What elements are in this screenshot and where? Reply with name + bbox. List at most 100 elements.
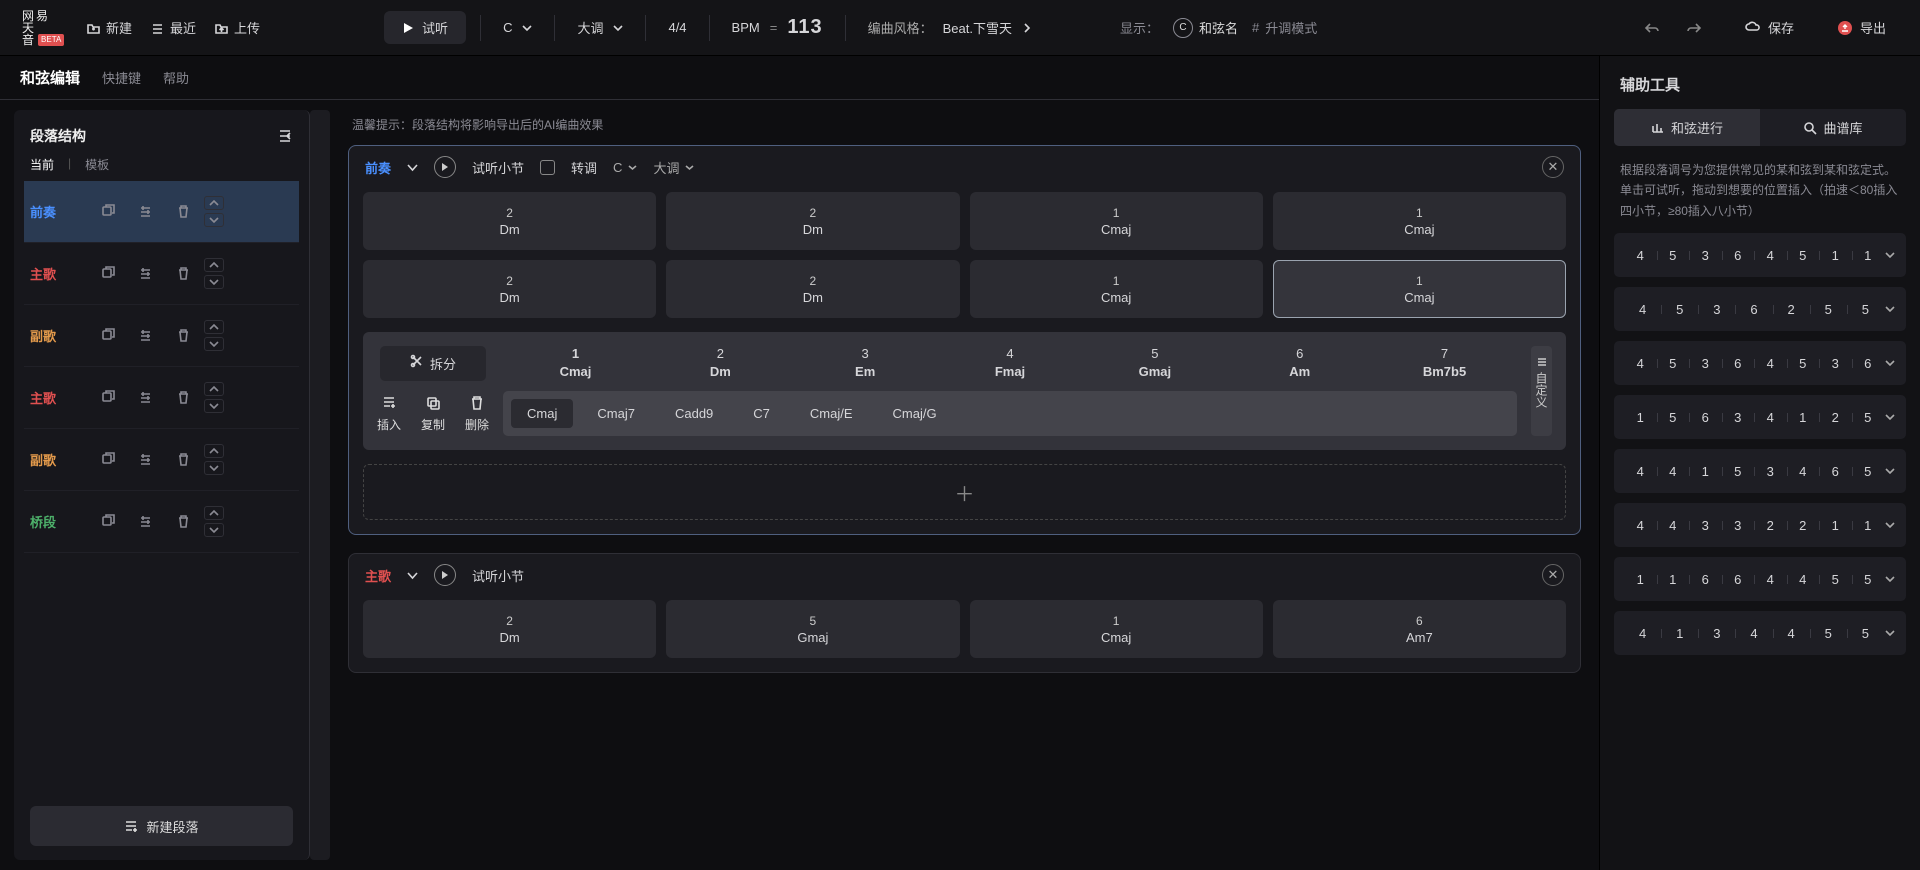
degree-option[interactable]: 3Em: [793, 346, 938, 379]
settings-icon[interactable]: [128, 204, 162, 219]
progression-item[interactable]: 45364536: [1614, 341, 1906, 385]
export-button[interactable]: 导出: [1826, 12, 1898, 43]
copy-icon[interactable]: [90, 328, 124, 343]
save-button[interactable]: 保存: [1733, 12, 1806, 43]
chord-cell[interactable]: 2 Dm: [363, 600, 656, 658]
delete-icon[interactable]: [166, 204, 200, 219]
delete-icon[interactable]: [166, 452, 200, 467]
move-down-icon[interactable]: [204, 213, 224, 227]
copy-icon[interactable]: [90, 266, 124, 281]
structure-tab-current[interactable]: 当前: [30, 156, 54, 173]
settings-icon[interactable]: [128, 390, 162, 405]
move-down-icon[interactable]: [204, 337, 224, 351]
time-signature[interactable]: 4/4: [660, 16, 694, 39]
tab-chord-progression[interactable]: 和弦进行: [1614, 109, 1760, 146]
settings-icon[interactable]: [128, 514, 162, 529]
upload-button[interactable]: 上传: [214, 18, 260, 37]
progression-item[interactable]: 4134455: [1614, 611, 1906, 655]
move-up-icon[interactable]: [204, 196, 224, 210]
chord-cell[interactable]: 2 Dm: [363, 260, 656, 318]
chevron-down-icon[interactable]: [1884, 627, 1896, 639]
chord-cell[interactable]: 1 Cmaj: [1273, 192, 1566, 250]
move-down-icon[interactable]: [204, 275, 224, 289]
add-chord-button[interactable]: ＋: [363, 464, 1566, 520]
settings-icon[interactable]: [128, 452, 162, 467]
degree-option[interactable]: 7Bm7b5: [1372, 346, 1517, 379]
section-key-select[interactable]: C: [613, 160, 637, 175]
collapse-icon[interactable]: [277, 128, 293, 144]
settings-icon[interactable]: [128, 328, 162, 343]
section-row[interactable]: 主歌: [24, 243, 299, 305]
close-section-icon[interactable]: ✕: [1542, 564, 1564, 586]
insert-button[interactable]: 插入: [377, 395, 401, 433]
preview-play-button[interactable]: [434, 564, 456, 586]
close-section-icon[interactable]: ✕: [1542, 156, 1564, 178]
copy-icon[interactable]: [90, 390, 124, 405]
chevron-down-icon[interactable]: [1884, 357, 1896, 369]
undo-icon[interactable]: [1643, 21, 1661, 35]
delete-button[interactable]: 删除: [465, 395, 489, 433]
tab-chord-edit[interactable]: 和弦编辑: [20, 67, 80, 88]
section-row[interactable]: 副歌: [24, 429, 299, 491]
chord-variant[interactable]: Cmaj: [511, 399, 573, 428]
tab-shortcuts[interactable]: 快捷键: [102, 68, 141, 87]
section-row[interactable]: 副歌: [24, 305, 299, 367]
degree-option[interactable]: 2Dm: [648, 346, 793, 379]
progression-item[interactable]: 4536255: [1614, 287, 1906, 331]
chord-cell[interactable]: 1 Cmaj: [970, 192, 1263, 250]
chord-cell[interactable]: 1 Cmaj: [1273, 260, 1566, 318]
toggle-sharp-mode[interactable]: # 升调模式: [1252, 18, 1317, 37]
move-up-icon[interactable]: [204, 382, 224, 396]
chevron-down-icon[interactable]: [1884, 249, 1896, 261]
chord-cell[interactable]: 6 Am7: [1273, 600, 1566, 658]
move-up-icon[interactable]: [204, 444, 224, 458]
bpm-control[interactable]: BPM = 113: [724, 12, 831, 43]
section-row[interactable]: 桥段: [24, 491, 299, 553]
chevron-down-icon[interactable]: [1884, 519, 1896, 531]
section-mode-select[interactable]: 大调: [653, 158, 694, 177]
new-button[interactable]: 新建: [86, 18, 132, 37]
chord-variant[interactable]: C7: [737, 399, 786, 428]
delete-icon[interactable]: [166, 266, 200, 281]
settings-icon[interactable]: [128, 266, 162, 281]
degree-option[interactable]: 6Am: [1227, 346, 1372, 379]
chord-cell[interactable]: 1 Cmaj: [970, 260, 1263, 318]
chevron-down-icon[interactable]: [1884, 465, 1896, 477]
transpose-checkbox[interactable]: [540, 160, 555, 175]
move-down-icon[interactable]: [204, 399, 224, 413]
progression-item[interactable]: 11664455: [1614, 557, 1906, 601]
play-button[interactable]: 试听: [384, 11, 466, 44]
section-row[interactable]: 前奏: [24, 181, 299, 243]
copy-icon[interactable]: [90, 514, 124, 529]
chord-cell[interactable]: 2 Dm: [666, 192, 959, 250]
new-section-button[interactable]: 新建段落: [30, 806, 293, 846]
style-select[interactable]: 编曲风格： Beat.下雪天: [860, 14, 1040, 41]
toggle-chord-name[interactable]: C 和弦名: [1173, 18, 1238, 38]
chord-variant[interactable]: Cmaj7: [581, 399, 651, 428]
delete-icon[interactable]: [166, 328, 200, 343]
chevron-down-icon[interactable]: [1884, 303, 1896, 315]
chord-variant[interactable]: Cmaj/E: [794, 399, 869, 428]
move-up-icon[interactable]: [204, 258, 224, 272]
delete-icon[interactable]: [166, 514, 200, 529]
chord-cell[interactable]: 2 Dm: [363, 192, 656, 250]
custom-chord-tab[interactable]: 自定义: [1531, 346, 1552, 436]
chord-cell[interactable]: 1 Cmaj: [970, 600, 1263, 658]
progression-item[interactable]: 44332211: [1614, 503, 1906, 547]
mode-select[interactable]: 大调: [569, 14, 631, 41]
copy-button[interactable]: 复制: [421, 395, 445, 433]
split-button[interactable]: 拆分: [380, 346, 486, 381]
move-up-icon[interactable]: [204, 320, 224, 334]
chevron-down-icon[interactable]: [1884, 411, 1896, 423]
chord-variant[interactable]: Cadd9: [659, 399, 729, 428]
copy-icon[interactable]: [90, 452, 124, 467]
panel-resize-handle[interactable]: [310, 110, 330, 860]
chevron-down-icon[interactable]: [1884, 573, 1896, 585]
degree-option[interactable]: 5Gmaj: [1082, 346, 1227, 379]
move-down-icon[interactable]: [204, 523, 224, 537]
progression-item[interactable]: 15634125: [1614, 395, 1906, 439]
chord-cell[interactable]: 5 Gmaj: [666, 600, 959, 658]
chevron-down-icon[interactable]: [407, 570, 418, 581]
chord-cell[interactable]: 2 Dm: [666, 260, 959, 318]
degree-option[interactable]: 4Fmaj: [938, 346, 1083, 379]
